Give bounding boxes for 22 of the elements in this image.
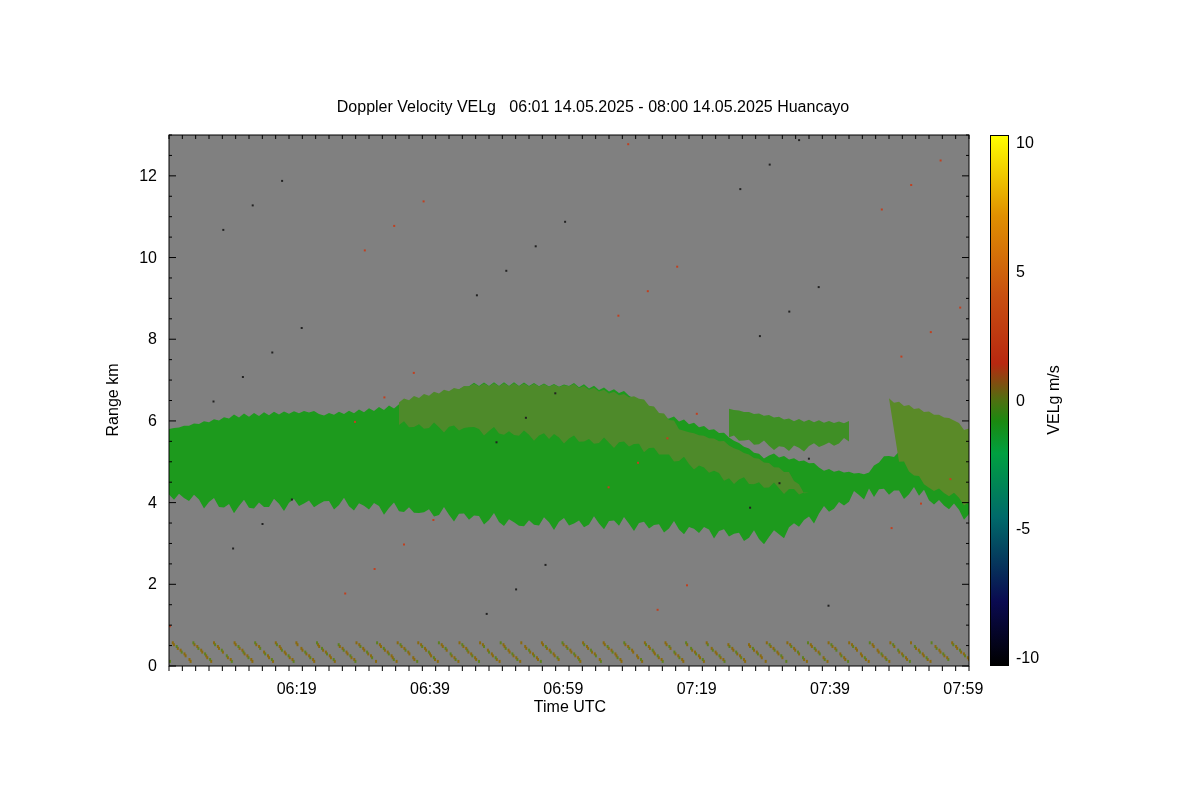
chart-title: Doppler Velocity VELg 06:01 14.05.2025 - 08:00 14.05.2025 Huancayo xyxy=(335,98,851,116)
colorbar-tick-label: 5 xyxy=(1016,262,1025,281)
x-tick-label: 07:59 xyxy=(943,680,984,698)
y-tick-label: 8 xyxy=(148,330,157,349)
y-tick-label: 6 xyxy=(148,411,157,430)
y-axis-label: Range km xyxy=(104,363,122,437)
y-tick-label: 0 xyxy=(148,657,157,675)
y-tick-label: 12 xyxy=(139,166,157,185)
colorbar-tick-label: -5 xyxy=(1016,520,1031,539)
y-tick-label: 2 xyxy=(148,575,157,594)
x-axis-label: Time UTC xyxy=(532,698,608,716)
x-tick-label: 06:39 xyxy=(410,680,450,698)
x-tick-label: 07:19 xyxy=(676,680,717,698)
x-tick-label: 07:39 xyxy=(810,680,850,698)
colorbar-tick-label: 10 xyxy=(1016,134,1034,152)
y-tick-label: 4 xyxy=(148,493,157,512)
colorbar-tick-label: -10 xyxy=(1016,649,1040,667)
colorbar-label: VELg m/s xyxy=(1045,365,1063,435)
x-tick-label: 06:19 xyxy=(276,680,317,698)
y-tick-label: 10 xyxy=(139,248,157,267)
x-tick-label: 06:59 xyxy=(543,680,584,698)
colorbar-tick-label: 0 xyxy=(1016,391,1025,410)
